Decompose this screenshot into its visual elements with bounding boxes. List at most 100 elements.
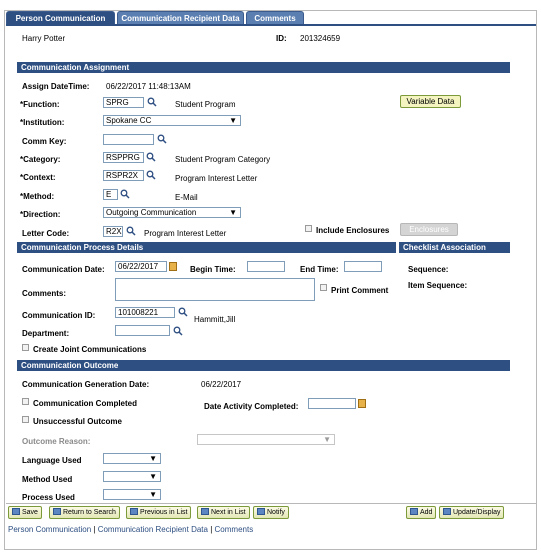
unsuccessful-outcome-label: Unsuccessful Outcome [33, 417, 122, 426]
print-comment-checkbox[interactable] [320, 284, 327, 291]
category-description: Student Program Category [175, 155, 271, 164]
comments-textarea[interactable] [115, 278, 315, 301]
item-sequence-label: Item Sequence: [408, 281, 468, 290]
function-label: *Function: [20, 100, 60, 109]
update-display-button[interactable]: Update/Display [439, 506, 505, 519]
footer-link-person-communication[interactable]: Person Communication [8, 525, 91, 534]
create-joint-communications-checkbox[interactable] [22, 344, 29, 351]
notify-button[interactable]: Notify [253, 506, 289, 519]
save-button[interactable]: Save [8, 506, 42, 519]
section-communication-process-details: Communication Process Details [17, 242, 396, 253]
category-label: *Category: [20, 155, 61, 164]
notify-icon [257, 508, 265, 515]
comm-key-lookup-icon[interactable] [157, 134, 167, 144]
update-display-label: Update/Display [453, 509, 501, 516]
save-label: Save [22, 509, 38, 516]
id-value: 201324659 [300, 34, 341, 43]
letter-code-field[interactable]: R2X [103, 226, 123, 237]
include-enclosures-checkbox[interactable] [305, 225, 312, 232]
assign-datetime-label: Assign DateTime: [22, 82, 90, 91]
tab-communication-recipient-data[interactable]: Communication Recipient Data [117, 11, 244, 25]
footer-separator: | [93, 525, 96, 534]
add-icon [410, 508, 418, 515]
end-time-label: End Time: [300, 265, 339, 274]
comm-id-field[interactable]: 101008221 [115, 307, 175, 318]
sequence-label: Sequence: [408, 265, 449, 274]
return-to-search-button[interactable]: Return to Search [49, 506, 120, 519]
dropdown-arrow-icon: ▼ [229, 116, 237, 125]
end-time-field[interactable] [344, 261, 382, 272]
method-lookup-icon[interactable] [120, 189, 130, 199]
comm-key-field[interactable] [103, 134, 154, 145]
function-lookup-icon[interactable] [147, 97, 157, 107]
begin-time-field[interactable] [247, 261, 285, 272]
unsuccessful-outcome-checkbox[interactable] [22, 416, 29, 423]
comm-date-field[interactable]: 06/22/2017 [115, 261, 167, 272]
previous-in-list-label: Previous in List [140, 509, 188, 516]
process-used-select[interactable]: ▼ [103, 489, 161, 500]
comm-date-label: Communication Date: [22, 265, 105, 274]
direction-select[interactable]: Outgoing Communication ▼ [103, 207, 241, 218]
footer-separator: | [210, 525, 213, 534]
method-description: E-Mail [175, 193, 198, 202]
person-name: Harry Potter [22, 34, 66, 43]
letter-code-lookup-icon[interactable] [126, 226, 136, 236]
tab-comments[interactable]: Comments [246, 11, 304, 25]
dropdown-arrow-icon: ▼ [149, 472, 157, 481]
footer-links: Person Communication | Communication Rec… [8, 525, 253, 534]
footer-link-comments[interactable]: Comments [215, 525, 254, 534]
notify-label: Notify [267, 509, 285, 516]
next-in-list-label: Next in List [211, 509, 246, 516]
date-activity-field[interactable] [308, 398, 356, 409]
method-field[interactable]: E [103, 189, 118, 200]
save-icon [12, 508, 20, 515]
context-lookup-icon[interactable] [146, 170, 156, 180]
department-field[interactable] [115, 325, 170, 336]
tab-underline [6, 24, 536, 26]
comm-id-description: Hammitt,Jill [194, 315, 236, 324]
enclosures-button[interactable]: Enclosures [400, 223, 458, 236]
next-icon [201, 508, 209, 515]
outcome-reason-label: Outcome Reason: [22, 437, 91, 446]
category-lookup-icon[interactable] [146, 152, 156, 162]
comm-id-lookup-icon[interactable] [178, 307, 188, 317]
assign-datetime-value: 06/22/2017 11:48:13AM [106, 82, 191, 91]
department-lookup-icon[interactable] [173, 326, 183, 336]
next-in-list-button[interactable]: Next in List [197, 506, 250, 519]
method-used-label: Method Used [22, 475, 73, 484]
footer-link-communication-recipient-data[interactable]: Communication Recipient Data [98, 525, 208, 534]
communication-completed-checkbox[interactable] [22, 398, 29, 405]
variable-data-button[interactable]: Variable Data [400, 95, 461, 108]
page: Person Communication Communication Recip… [0, 0, 541, 552]
category-field[interactable]: RSPPRG [103, 152, 144, 163]
create-joint-communications-label: Create Joint Communications [33, 345, 147, 354]
context-label: *Context: [20, 173, 56, 182]
generation-date-label: Communication Generation Date: [22, 380, 150, 389]
update-display-icon [443, 508, 451, 515]
previous-in-list-button[interactable]: Previous in List [126, 506, 192, 519]
comm-id-label: Communication ID: [22, 311, 96, 320]
language-used-select[interactable]: ▼ [103, 453, 161, 464]
previous-icon [130, 508, 138, 515]
process-used-label: Process Used [22, 493, 75, 502]
calendar-icon[interactable] [169, 262, 177, 271]
context-field[interactable]: RSPR2X [103, 170, 144, 181]
comm-key-label: Comm Key: [22, 137, 67, 146]
communication-completed-label: Communication Completed [33, 399, 138, 408]
section-communication-assignment: Communication Assignment [17, 62, 510, 73]
institution-value: Spokane CC [106, 116, 152, 125]
institution-select[interactable]: Spokane CC ▼ [103, 115, 241, 126]
tab-person-communication[interactable]: Person Communication [6, 11, 115, 25]
calendar-icon[interactable] [358, 399, 366, 408]
letter-code-label: Letter Code: [22, 229, 70, 238]
function-field[interactable]: SPRG [103, 97, 144, 108]
add-button[interactable]: Add [406, 506, 437, 519]
begin-time-label: Begin Time: [190, 265, 236, 274]
dropdown-arrow-icon: ▼ [149, 454, 157, 463]
institution-label: *Institution: [20, 118, 65, 127]
context-description: Program Interest Letter [175, 174, 258, 183]
method-used-select[interactable]: ▼ [103, 471, 161, 482]
letter-code-description: Program Interest Letter [144, 229, 227, 238]
dropdown-arrow-icon: ▼ [323, 435, 331, 444]
outcome-reason-select[interactable]: ▼ [197, 434, 335, 445]
